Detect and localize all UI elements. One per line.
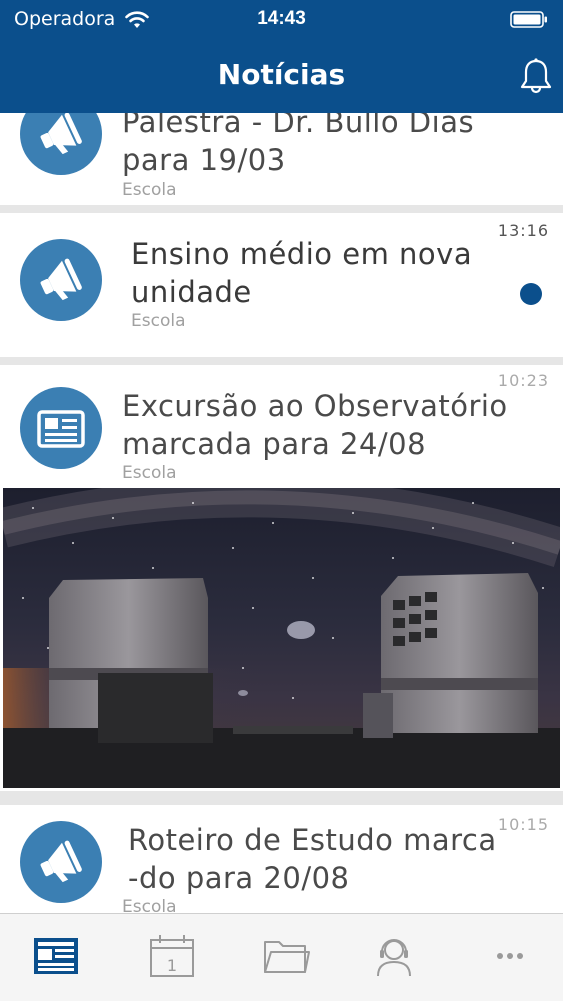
megaphone-icon: [20, 113, 102, 175]
tab-more[interactable]: [486, 934, 534, 978]
support-headset-icon: [377, 939, 411, 977]
megaphone-icon: [20, 239, 102, 321]
news-card[interactable]: 13:16 Ensino médio em nova unidade Escol…: [0, 213, 563, 357]
megaphone-icon: [20, 821, 102, 903]
news-time: 13:16: [497, 221, 549, 240]
calendar-icon: 1: [150, 935, 194, 977]
newspaper-icon: [20, 387, 102, 469]
news-title: Excursão ao Observatório marcada para 24…: [122, 389, 508, 461]
tab-support[interactable]: [370, 934, 418, 978]
more-icon: [497, 953, 523, 959]
svg-text:1: 1: [167, 956, 177, 975]
news-source: Escola: [131, 311, 186, 331]
unread-indicator: [520, 283, 542, 305]
battery-icon: [510, 11, 547, 28]
news-photo[interactable]: [3, 488, 560, 788]
page-title: Notícias: [217, 58, 346, 91]
status-bar: Operadora 14:43: [0, 8, 563, 32]
status-time: 14:43: [257, 8, 306, 29]
news-title: Ensino médio em nova unidade: [131, 237, 473, 309]
news-title: Roteiro de Estudo marca -do para 20/08: [128, 823, 497, 895]
news-title: Palestra - Dr. Bullo Dias para 19/03: [122, 113, 475, 177]
news-icon: [34, 938, 78, 974]
app-header: Operadora 14:43 Notícias: [0, 0, 563, 113]
notification-bell-icon[interactable]: [518, 57, 554, 95]
news-source: Escola: [122, 463, 177, 483]
folder-icon: [264, 941, 310, 973]
news-card[interactable]: 10:15 Roteiro de Estudo marca -do para 2…: [0, 805, 563, 913]
tab-folder[interactable]: [262, 934, 310, 978]
news-source: Escola: [122, 897, 177, 913]
news-card[interactable]: 10:23 Excursão ao Observatório marcada p…: [0, 365, 563, 791]
tab-news[interactable]: [32, 934, 80, 978]
news-card[interactable]: Palestra - Dr. Bullo Dias para 19/03 Esc…: [0, 113, 563, 205]
tab-bar: 1: [0, 913, 563, 1001]
news-time: 10:15: [497, 815, 549, 834]
news-feed[interactable]: Palestra - Dr. Bullo Dias para 19/03 Esc…: [0, 113, 563, 913]
tab-calendar[interactable]: 1: [148, 934, 196, 978]
news-source: Escola: [122, 180, 177, 200]
